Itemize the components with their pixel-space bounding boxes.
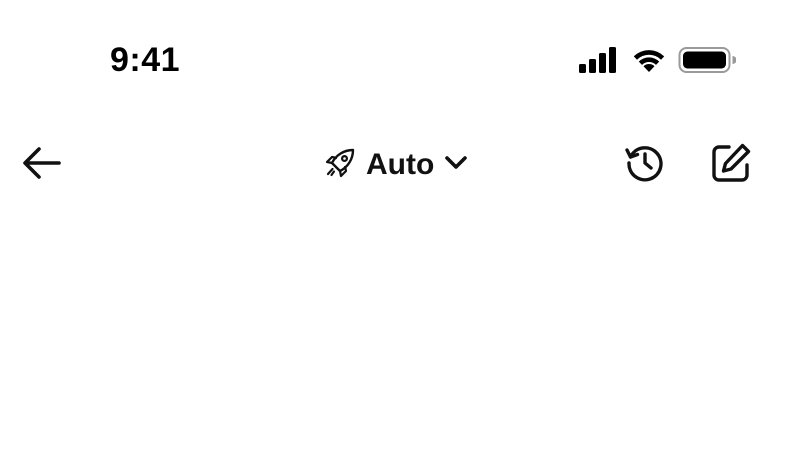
header-bar: Auto (0, 130, 800, 200)
edit-icon (709, 141, 753, 190)
new-chat-button[interactable] (706, 140, 756, 190)
rocket-icon (324, 147, 356, 184)
chevron-down-icon (444, 154, 468, 177)
wifi-icon (630, 46, 668, 74)
battery-icon (678, 46, 736, 74)
mode-selector[interactable]: Auto (324, 142, 468, 188)
status-icons (578, 42, 736, 78)
back-button[interactable] (18, 142, 66, 188)
history-icon (623, 141, 667, 190)
arrow-left-icon (22, 146, 62, 185)
mode-label: Auto (366, 148, 435, 181)
chat-screen: 9:41 Auto (0, 0, 800, 450)
status-time: 9:41 (110, 41, 181, 79)
cellular-signal-icon (578, 47, 620, 73)
chat-content-area (0, 210, 800, 450)
history-button[interactable] (620, 140, 670, 190)
